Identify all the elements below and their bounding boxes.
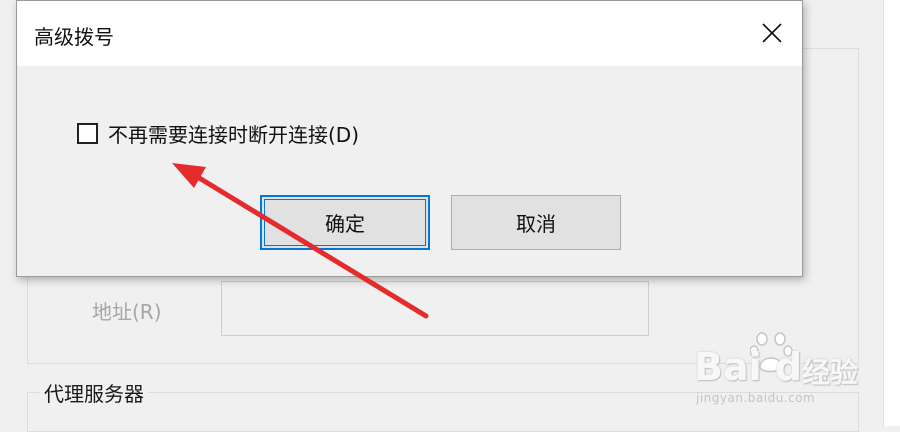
baidu-jingyan-watermark: Bai du 经验 jingyan.baidu.com bbox=[690, 325, 880, 415]
watermark-brand-suffix: 经验 bbox=[802, 356, 859, 389]
address-input[interactable] bbox=[221, 281, 649, 336]
dialog-titlebar: 高级拨号 bbox=[17, 1, 802, 66]
advanced-dial-dialog: 高级拨号 不再需要连接时断开连接(D) 确定 取消 bbox=[16, 0, 803, 277]
cancel-button[interactable]: 取消 bbox=[451, 195, 621, 250]
disconnect-when-unneeded-checkbox[interactable]: 不再需要连接时断开连接(D) bbox=[77, 118, 359, 148]
close-button[interactable] bbox=[742, 1, 802, 66]
proxy-group-title: 代理服务器 bbox=[40, 378, 148, 407]
watermark-url: jingyan.baidu.com bbox=[696, 391, 816, 405]
right-edge-panel bbox=[883, 0, 900, 426]
close-icon bbox=[762, 23, 782, 43]
checkbox-box[interactable] bbox=[77, 122, 98, 144]
address-label: 地址(R) bbox=[92, 300, 162, 324]
dialog-title: 高级拨号 bbox=[34, 25, 114, 49]
ok-button[interactable]: 确定 bbox=[260, 195, 430, 250]
checkbox-label: 不再需要连接时断开连接(D) bbox=[108, 122, 360, 147]
